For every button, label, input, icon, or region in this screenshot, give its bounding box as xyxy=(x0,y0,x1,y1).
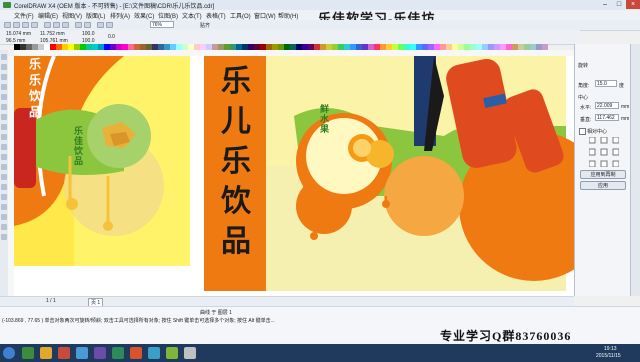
page-count: 1 / 1 xyxy=(46,298,56,304)
menu-arrange[interactable]: 排列(A) xyxy=(110,11,130,20)
menu-table[interactable]: 表格(T) xyxy=(206,11,226,20)
scale-width-field[interactable]: 100.0 xyxy=(82,31,95,37)
ellipse-tool-icon[interactable] xyxy=(1,124,7,130)
property-bar: 15.074 mm 96.5 mm 11.752 mm 105.761 mm 1… xyxy=(0,30,580,45)
toolbox xyxy=(0,50,8,300)
connector-tool-icon[interactable] xyxy=(1,184,7,190)
taskbar-app2-icon[interactable] xyxy=(94,347,106,359)
docker-tabs[interactable] xyxy=(630,44,640,296)
apply-to-duplicate-button[interactable]: 应用到再制 xyxy=(580,170,626,179)
horizontal-unit: mm xyxy=(621,104,630,110)
taskbar-app4-icon[interactable] xyxy=(130,347,142,359)
angle-unit: 度 xyxy=(619,83,625,89)
docker-title: 旋转 xyxy=(578,63,589,69)
fill-tool-icon[interactable] xyxy=(1,224,7,230)
x-position-field[interactable]: 15.074 mm xyxy=(6,31,31,37)
save-icon[interactable] xyxy=(22,22,29,28)
relative-center-checkbox[interactable] xyxy=(579,128,586,135)
taskbar-app7-icon[interactable] xyxy=(184,347,196,359)
apply-button[interactable]: 应用 xyxy=(580,181,626,190)
menu-tools[interactable]: 工具(O) xyxy=(230,11,251,20)
center-green-text: 鲜水果 xyxy=(320,104,330,134)
vertical-label: 垂直: xyxy=(580,117,592,123)
print-icon[interactable] xyxy=(31,22,38,28)
horizontal-input[interactable]: 22.009 xyxy=(595,102,619,109)
status-bar: 曲线 于 图层 1 (-103.869 , 77.65 ) 单击对象两次可旋转/… xyxy=(0,306,640,345)
menu-bitmaps[interactable]: 位图(B) xyxy=(158,11,178,20)
minimize-icon[interactable]: – xyxy=(598,0,612,9)
maximize-icon[interactable]: □ xyxy=(612,0,626,9)
angle-label: 角度: xyxy=(578,83,590,89)
menu-layout[interactable]: 版面(L) xyxy=(86,11,105,20)
menu-file[interactable]: 文件(F) xyxy=(14,11,34,20)
basic-shapes-tool-icon[interactable] xyxy=(1,144,7,150)
clock-date: 2015/11/15 xyxy=(596,353,621,359)
taskbar-app5-icon[interactable] xyxy=(148,347,160,359)
freehand-tool-icon[interactable] xyxy=(1,94,7,100)
vertical-input[interactable]: 117.462 xyxy=(595,114,619,121)
paste-icon[interactable] xyxy=(62,22,69,28)
dimension-tool-icon[interactable] xyxy=(1,174,7,180)
width-field[interactable]: 11.752 mm xyxy=(40,31,65,37)
new-icon[interactable] xyxy=(4,22,11,28)
taskbar-app-icon[interactable] xyxy=(22,347,34,359)
text-tool-icon[interactable] xyxy=(1,154,7,160)
rectangle-tool-icon[interactable] xyxy=(1,114,7,120)
rotation-field[interactable]: 0.0 xyxy=(108,34,115,40)
taskbar-folder-icon[interactable] xyxy=(40,347,52,359)
export-icon[interactable] xyxy=(106,22,113,28)
windows-taskbar: 19:13 2015/11/15 xyxy=(0,344,640,362)
outline-tool-icon[interactable] xyxy=(1,214,7,220)
menu-view[interactable]: 视图(V) xyxy=(62,11,82,20)
taskbar-media-icon[interactable] xyxy=(58,347,70,359)
menu-window[interactable]: 窗口(W) xyxy=(254,11,276,20)
artwork-svg xyxy=(14,56,574,291)
blend-tool-icon[interactable] xyxy=(1,194,7,200)
drawing-canvas[interactable]: 乐乐饮品 乐佳饮品 乐儿乐饮品 鲜水果 xyxy=(14,56,574,296)
shape-tool-icon[interactable] xyxy=(1,64,7,70)
status-hint: (-103.869 , 77.65 ) 单击对象两次可旋转/倾斜; 双击工具可选… xyxy=(2,318,275,324)
left-artboard-vertical-text: 乐乐饮品 xyxy=(29,57,42,119)
eyedropper-tool-icon[interactable] xyxy=(1,204,7,210)
horizontal-label: 水平: xyxy=(580,105,592,111)
close-icon[interactable]: × xyxy=(626,0,640,9)
menu-text[interactable]: 文本(T) xyxy=(182,11,202,20)
angle-input[interactable]: 15.0 xyxy=(595,80,617,87)
zoom-tool-icon[interactable] xyxy=(1,84,7,90)
smart-fill-tool-icon[interactable] xyxy=(1,104,7,110)
taskbar-browser-icon[interactable] xyxy=(76,347,88,359)
status-layer-info: 曲线 于 图层 1 xyxy=(200,310,232,316)
pick-tool-icon[interactable] xyxy=(1,54,7,60)
vertical-unit: mm xyxy=(621,116,630,122)
cut-icon[interactable] xyxy=(44,22,51,28)
undo-icon[interactable] xyxy=(75,22,82,28)
copy-icon[interactable] xyxy=(53,22,60,28)
import-icon[interactable] xyxy=(97,22,104,28)
clock-time: 19:13 xyxy=(604,346,617,352)
qq-group-text: 专业学习Q群83760036 xyxy=(440,329,572,343)
window-title: CorelDRAW X4 (OEM 版本 - 不可转售) - [E:\文件图稿\… xyxy=(14,4,215,10)
table-tool-icon[interactable] xyxy=(1,164,7,170)
center-title-text: 乐儿乐饮品 xyxy=(221,65,251,258)
interactive-fill-tool-icon[interactable] xyxy=(1,234,7,240)
menu-edit[interactable]: 编辑(E) xyxy=(38,11,58,20)
center-label: 中心 xyxy=(578,95,589,101)
taskbar-app6-icon[interactable] xyxy=(166,347,178,359)
anchor-grid[interactable] xyxy=(588,136,620,168)
polygon-tool-icon[interactable] xyxy=(1,134,7,140)
coreldraw-app-icon xyxy=(3,2,11,8)
zoom-level-select[interactable]: 76% xyxy=(150,21,174,28)
relative-center-label: 相对中心 xyxy=(587,129,608,135)
menu-help[interactable]: 帮助(H) xyxy=(278,11,298,20)
left-green-text: 乐佳饮品 xyxy=(74,126,84,166)
snap-to-dropdown[interactable]: 贴齐 xyxy=(200,22,210,29)
crop-tool-icon[interactable] xyxy=(1,74,7,80)
redo-icon[interactable] xyxy=(84,22,91,28)
open-icon[interactable] xyxy=(13,22,20,28)
taskbar-app3-icon[interactable] xyxy=(112,347,124,359)
start-icon[interactable] xyxy=(3,347,15,359)
menu-effects[interactable]: 效果(C) xyxy=(134,11,154,20)
